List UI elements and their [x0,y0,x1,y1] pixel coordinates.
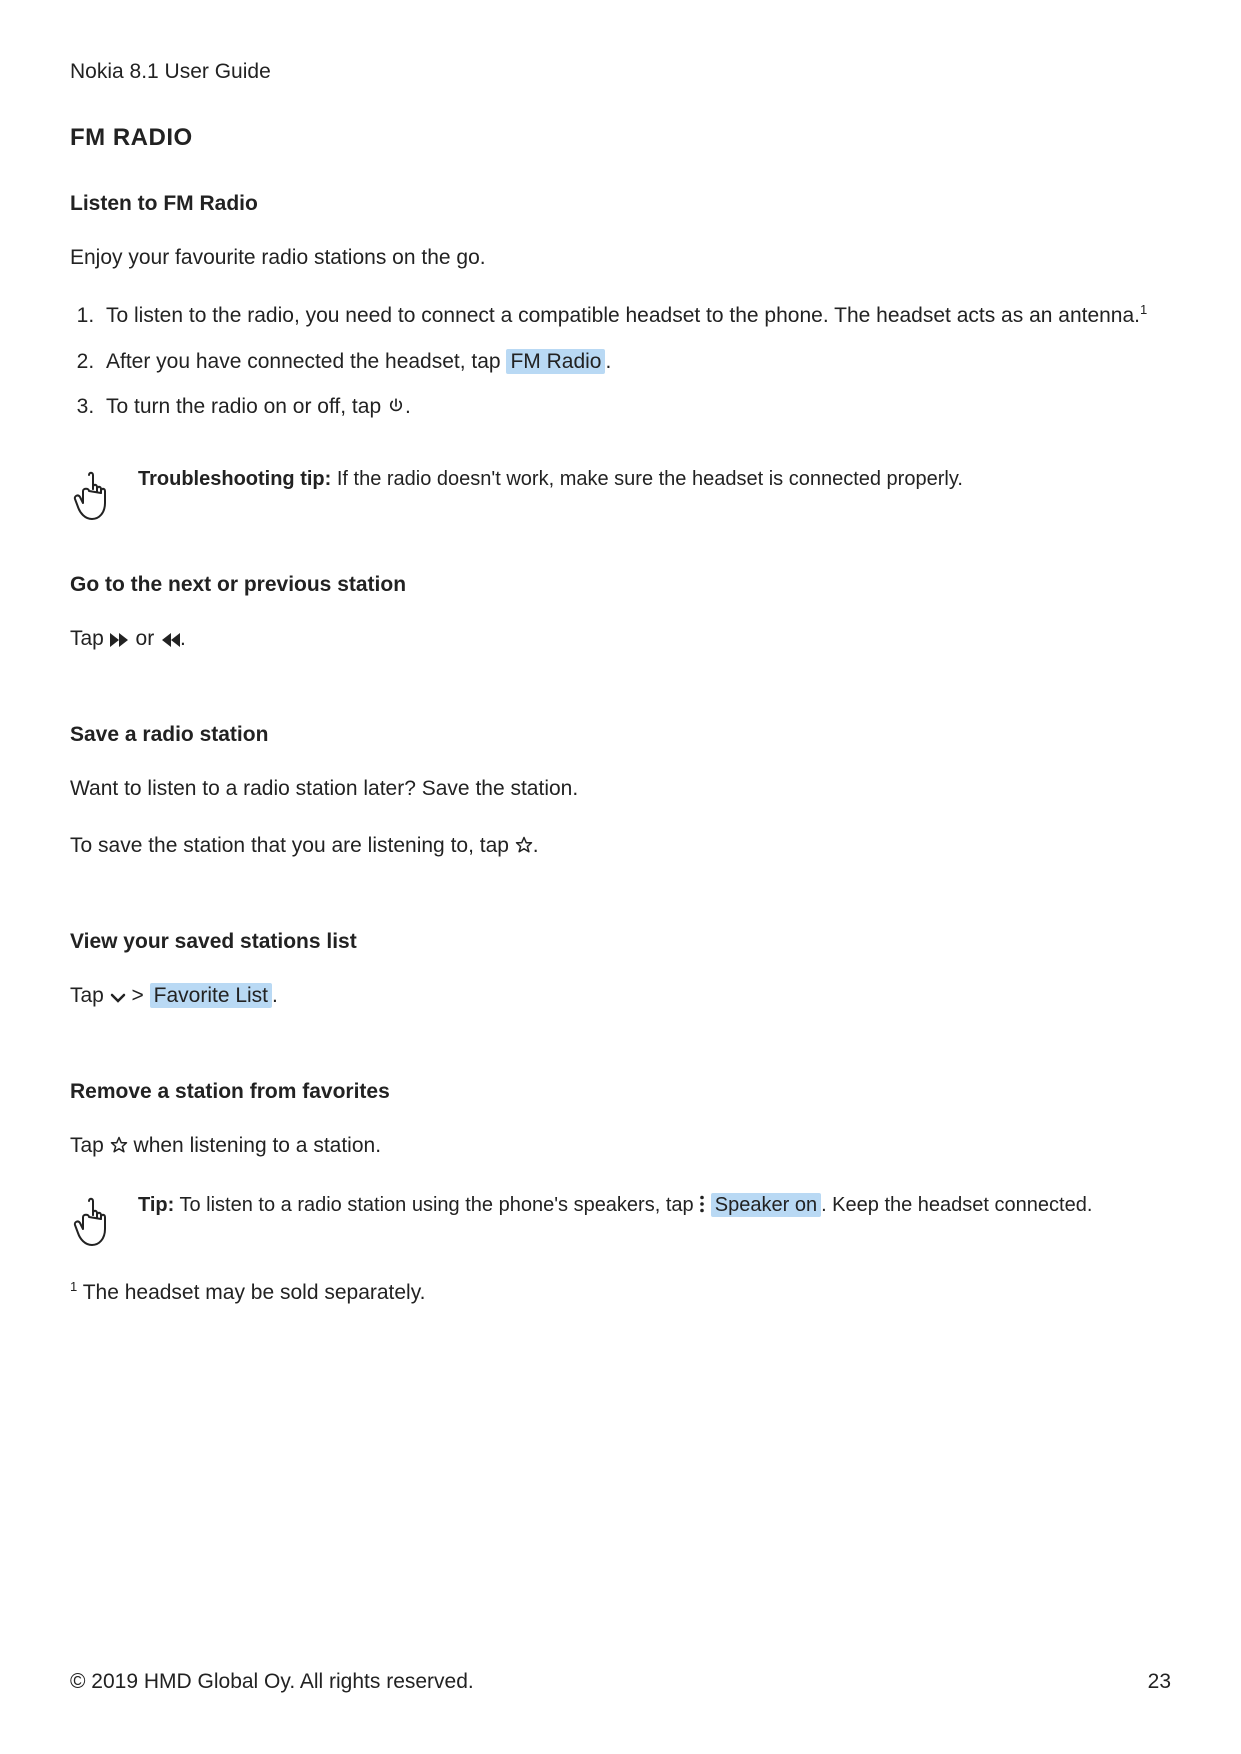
step-2: After you have connected the headset, ta… [100,346,1171,378]
subhead-remove: Remove a station from favorites [70,1080,1171,1104]
save-action: To save the station that you are listeni… [70,832,1171,862]
ui-fm-radio: FM Radio [506,349,605,374]
tap-next-prev: Tap or . [70,625,1171,655]
subhead-view-saved: View your saved stations list [70,930,1171,954]
doc-title: Nokia 8.1 User Guide [70,60,1171,84]
star-outline-icon [110,1134,128,1162]
page-number: 23 [1148,1670,1171,1694]
page-heading: FM RADIO [70,124,1171,152]
intro-listen: Enjoy your favourite radio stations on t… [70,244,1171,272]
ui-speaker-on: Speaker on [711,1193,821,1217]
footnote-1: 1 The headset may be sold separately. [70,1279,1171,1305]
remove-action: Tap when listening to a station. [70,1132,1171,1162]
kebab-menu-icon [699,1193,705,1221]
steps-listen: To listen to the radio, you need to conn… [70,300,1171,425]
hand-point-icon [70,1195,114,1249]
tip-troubleshooting: Troubleshooting tip: If the radio doesn'… [70,465,1171,523]
save-intro: Want to listen to a radio station later?… [70,775,1171,803]
chevron-down-icon [110,984,126,1012]
subhead-listen: Listen to FM Radio [70,192,1171,216]
view-saved-action: Tap > Favorite List. [70,982,1171,1012]
tip-speaker-text: Tip: To listen to a radio station using … [138,1191,1092,1221]
subhead-save: Save a radio station [70,723,1171,747]
subhead-next-prev: Go to the next or previous station [70,573,1171,597]
tip-speaker: Tip: To listen to a radio station using … [70,1191,1171,1249]
ui-favorite-list: Favorite List [150,983,272,1008]
power-icon [387,393,405,425]
fast-forward-icon [110,627,130,655]
step-1: To listen to the radio, you need to conn… [100,300,1171,332]
rewind-icon [160,627,180,655]
hand-point-icon [70,469,114,523]
tip-troubleshooting-text: Troubleshooting tip: If the radio doesn'… [138,465,963,493]
star-outline-icon [515,834,533,862]
step-3: To turn the radio on or off, tap . [100,391,1171,425]
copyright: © 2019 HMD Global Oy. All rights reserve… [70,1670,474,1694]
